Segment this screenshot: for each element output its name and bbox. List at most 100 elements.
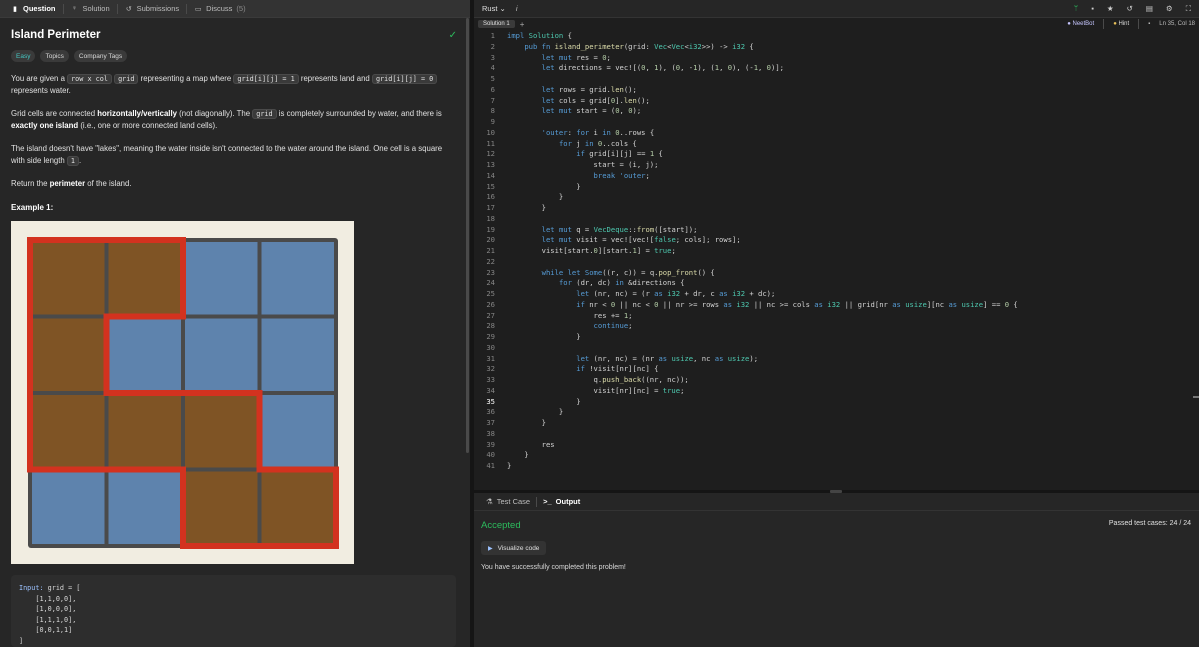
- hint-button[interactable]: ● Hint: [1113, 21, 1129, 27]
- code-line[interactable]: 6 let rows = grid.len();: [474, 85, 1199, 96]
- land-cell: [32, 395, 105, 468]
- tab-submissions[interactable]: ↺ Submissions: [118, 0, 187, 18]
- tab-output[interactable]: >_ Output: [537, 497, 586, 506]
- code-line[interactable]: 37 }: [474, 418, 1199, 429]
- solved-check-icon: ✓: [448, 29, 457, 41]
- fullscreen-icon[interactable]: ⛶: [1186, 4, 1191, 14]
- code-line[interactable]: 19 let mut q = VecDeque::from([start]);: [474, 225, 1199, 236]
- code-text: }: [507, 407, 564, 417]
- note-icon[interactable]: ▪: [1091, 4, 1094, 13]
- water-cell: [108, 318, 181, 391]
- code-line[interactable]: 20 let mut visit = vec![vec![false; cols…: [474, 235, 1199, 246]
- difficulty-tag[interactable]: Easy: [11, 50, 36, 62]
- code-line[interactable]: 21 visit[start.0][start.1] = true;: [474, 246, 1199, 257]
- code-line[interactable]: 1 impl Solution {: [474, 31, 1199, 42]
- code-line[interactable]: 9: [474, 117, 1199, 128]
- code-line[interactable]: 39 res: [474, 440, 1199, 451]
- code-text: for j in 0..cols {: [558, 138, 637, 148]
- reset-icon[interactable]: ↺: [1127, 4, 1133, 13]
- code-line[interactable]: 22: [474, 257, 1199, 268]
- layout-icon[interactable]: ▤: [1146, 4, 1153, 13]
- code-line[interactable]: 11 for j in 0..cols {: [474, 139, 1199, 150]
- water-cell: [261, 318, 334, 391]
- description-paragraph-4: Return the perimeter of the island.: [11, 179, 132, 188]
- question-panel: ▮ Question ♀ Solution ↺ Submissions ▭ Di…: [0, 0, 470, 647]
- code-text: visit[nr][nc] = true;: [507, 385, 685, 395]
- code-text: }: [507, 396, 581, 406]
- company-tags-tag[interactable]: Company Tags: [73, 50, 128, 62]
- code-line[interactable]: 25 let (nr, nc) = (r as i32 + dr, c as i…: [474, 289, 1199, 300]
- problem-tags: Easy Topics Company Tags: [11, 50, 457, 62]
- code-line[interactable]: 29 }: [474, 332, 1199, 343]
- code-line[interactable]: 32 if !visit[nr][nc] {: [474, 364, 1199, 375]
- code-line[interactable]: 7 let cols = grid[0].len();: [474, 96, 1199, 107]
- language-select[interactable]: Rust ⌄: [482, 4, 506, 13]
- code-line[interactable]: 36 }: [474, 407, 1199, 418]
- code-line[interactable]: 34 visit[nr][nc] = true;: [474, 386, 1199, 397]
- file-tab-solution-1[interactable]: Solution 1: [478, 20, 515, 28]
- code-line[interactable]: 24 for (dr, dc) in &directions {: [474, 278, 1199, 289]
- editor-scroll-marker: [1193, 396, 1199, 398]
- code-line[interactable]: 31 let (nr, nc) = (nr as usize, nc as us…: [474, 354, 1199, 365]
- code-line[interactable]: 35 }: [474, 397, 1199, 408]
- code-line[interactable]: 8 let mut start = (0, 0);: [474, 106, 1199, 117]
- gear-icon[interactable]: ⚙: [1166, 4, 1173, 13]
- left-scrollbar[interactable]: [466, 18, 469, 453]
- problem-title: Island Perimeter: [11, 29, 101, 41]
- code-line[interactable]: 23 while let Some((r, c)) = q.pop_front(…: [474, 268, 1199, 279]
- code-line[interactable]: 17 }: [474, 203, 1199, 214]
- line-number: 1: [490, 31, 495, 40]
- info-icon[interactable]: i: [516, 4, 518, 13]
- add-tab-icon[interactable]: +: [520, 20, 525, 29]
- code-line[interactable]: 5: [474, 74, 1199, 85]
- code-text: if !visit[nr][nc] {: [576, 364, 659, 374]
- code-line[interactable]: 12 if grid[i][j] == 1 {: [474, 149, 1199, 160]
- branch-icon[interactable]: ᛘ: [1074, 4, 1079, 13]
- topics-tag[interactable]: Topics: [40, 50, 69, 62]
- code-line[interactable]: 13 start = (i, j);: [474, 160, 1199, 171]
- line-number: 13: [486, 160, 495, 169]
- lock-icon[interactable]: ▪: [1148, 21, 1150, 27]
- code-line[interactable]: 18: [474, 214, 1199, 225]
- code-text: res += 1;: [507, 310, 633, 320]
- example-input-box: Input: grid = [ [1,1,0,0], [1,0,0,0], [1…: [11, 575, 456, 647]
- code-line[interactable]: 4 let directions = vec![(0, 1), (0, -1),…: [474, 63, 1199, 74]
- line-number: 11: [486, 138, 495, 148]
- neetbot-button[interactable]: ● NeetBot: [1067, 21, 1094, 27]
- visualize-code-button[interactable]: ▶ Visualize code: [481, 541, 547, 555]
- file-tab-bar: Solution 1 + ● NeetBot ● Hint ▪ Ln 35, C…: [474, 18, 1199, 30]
- passed-count: Passed test cases: 24 / 24: [1108, 520, 1191, 527]
- tab-test-case[interactable]: ⚗ Test Case: [480, 497, 536, 506]
- code-line[interactable]: 16 }: [474, 192, 1199, 203]
- result-status: Accepted: [481, 520, 521, 531]
- code-line[interactable]: 2 pub fn island_perimeter(grid: Vec<Vec<…: [474, 42, 1199, 53]
- description-paragraph-2: Grid cells are connected horizontally/ve…: [11, 109, 442, 130]
- code-line[interactable]: 28 continue;: [474, 321, 1199, 332]
- code-line[interactable]: 41}: [474, 461, 1199, 472]
- code-line[interactable]: 40 }: [474, 450, 1199, 461]
- code-line[interactable]: 3 let mut res = 0;: [474, 53, 1199, 64]
- code-line[interactable]: 30: [474, 343, 1199, 354]
- tab-solution[interactable]: ♀ Solution: [64, 0, 117, 18]
- water-cell: [32, 471, 105, 544]
- tab-question[interactable]: ▮ Question: [4, 0, 63, 18]
- description-paragraph-3: The island doesn't have "lakes", meaning…: [11, 144, 443, 166]
- code-line[interactable]: 14 break 'outer;: [474, 171, 1199, 182]
- flask-icon: ⚗: [486, 497, 493, 506]
- code-line[interactable]: 15 }: [474, 182, 1199, 193]
- code-editor[interactable]: 1 impl Solution {2 pub fn island_perimete…: [474, 31, 1199, 489]
- code-line[interactable]: 38: [474, 429, 1199, 440]
- input-label: Input:: [19, 584, 44, 592]
- code-line[interactable]: 27 res += 1;: [474, 311, 1199, 322]
- line-number: 7: [490, 95, 495, 105]
- code-line[interactable]: 33 q.push_back((nr, nc));: [474, 375, 1199, 386]
- star-icon[interactable]: ★: [1107, 4, 1114, 13]
- line-number: 14: [486, 170, 495, 180]
- line-number: 38: [486, 428, 495, 438]
- code-line[interactable]: 26 if nr < 0 || nc < 0 || nr >= rows as …: [474, 300, 1199, 311]
- code-line[interactable]: 10 'outer: for i in 0..rows {: [474, 128, 1199, 139]
- line-number: 35: [486, 396, 495, 406]
- tab-discuss[interactable]: ▭ Discuss (5): [187, 0, 252, 18]
